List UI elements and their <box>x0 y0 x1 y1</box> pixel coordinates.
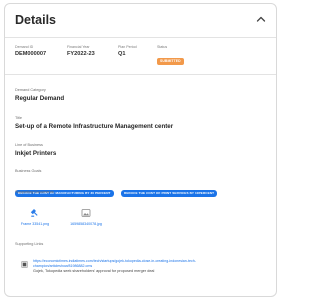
demand-id-value: DEM000007 <box>15 51 47 57</box>
demand-id-block: Demand ID DEM000007 <box>15 45 46 57</box>
status-badge: SUBMITTED <box>157 57 184 65</box>
plan-period-label: Plan Period <box>118 45 137 49</box>
lob-field: Line of Business Inkjet Printers <box>15 143 56 157</box>
details-header[interactable]: Details <box>5 4 276 38</box>
title-field: Title Set-up of a Remote Infrastructure … <box>15 116 173 130</box>
document-item[interactable]: Frame 33541.png <box>15 208 55 226</box>
fiscal-year-value: FY2022-23 <box>67 51 95 57</box>
status-block: Status SUBMITTED <box>157 45 184 67</box>
links-label: Supporting Links <box>15 242 44 246</box>
title-value: Set-up of a Remote Infrastructure Manage… <box>15 123 174 130</box>
meta-row: Demand ID DEM000007 Financial Year FY202… <box>15 45 270 69</box>
document-item[interactable]: 1659858340078.jpg <box>66 208 106 226</box>
fiscal-year-label: Financial Year <box>67 45 90 49</box>
goals-label: Business Goals <box>15 169 42 173</box>
link-caption: Gojek, Tokopedia seek shareholders' appr… <box>33 269 155 273</box>
goals-field: Business Goals <box>15 169 41 173</box>
category-field: Demand Category Regular Demand <box>15 88 64 102</box>
plan-period-block: Plan Period Q1 <box>118 45 137 57</box>
title-label: Title <box>15 116 23 120</box>
lob-value: Inkjet Printers <box>15 150 57 157</box>
image-file-icon <box>81 209 91 217</box>
documents-label: Supporting Documents <box>15 190 54 194</box>
document-name[interactable]: Frame 33541.png <box>15 222 55 226</box>
category-value: Regular Demand <box>15 95 65 102</box>
demand-id-label: Demand ID <box>15 45 34 49</box>
fiscal-year-block: Financial Year FY2022-23 <box>67 45 95 57</box>
image-file-icon <box>30 209 38 217</box>
links-field: Supporting Links <box>15 242 43 246</box>
status-label: Status <box>157 45 168 49</box>
chevron-up-icon[interactable] <box>256 15 266 23</box>
category-label: Demand Category <box>15 88 46 92</box>
page-title: Details <box>15 13 56 27</box>
plan-period-value: Q1 <box>118 51 126 57</box>
lob-label: Line of Business <box>15 143 43 147</box>
link-item[interactable]: https://economictimes.indiatimes.com/tec… <box>21 259 271 277</box>
link-url[interactable]: https://economictimes.indiatimes.com/tec… <box>33 259 233 268</box>
link-icon <box>21 261 28 268</box>
documents-field: Supporting Documents <box>15 190 54 194</box>
document-name[interactable]: 1659858340078.jpg <box>66 222 106 226</box>
details-card: Details Demand ID DEM000007 Financial Ye… <box>4 3 277 297</box>
section-divider <box>5 74 276 75</box>
goal-tag: REDUCE THE COST OF PRINT SERVICES BY 10P… <box>121 189 218 197</box>
